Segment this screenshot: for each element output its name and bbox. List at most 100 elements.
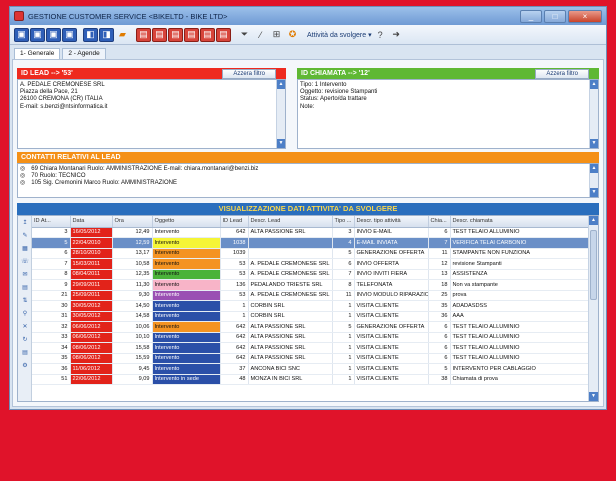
column-header[interactable]: Data xyxy=(70,216,113,228)
save-record-icon[interactable]: ▣ xyxy=(46,27,61,42)
lead-reset-button[interactable]: Azzera filtro xyxy=(222,68,276,79)
scroll-up-icon[interactable]: ▲ xyxy=(590,164,598,173)
column-header[interactable]: Descr. tipo attività xyxy=(354,216,429,228)
grid-icon[interactable]: ⊞ xyxy=(269,28,284,42)
cell-lead: MONZA IN BICI SRL xyxy=(248,374,333,385)
open-record-icon[interactable]: ▣ xyxy=(30,27,45,42)
first-record-icon[interactable]: ◧ xyxy=(83,27,98,42)
cell-oggetto: Intervento xyxy=(152,332,221,343)
exit-icon[interactable]: ➜ xyxy=(389,28,404,42)
column-header[interactable]: ID Lead xyxy=(220,216,249,228)
refresh-icon[interactable]: ↻ xyxy=(21,336,29,344)
scroll-down-icon[interactable]: ▼ xyxy=(277,139,285,148)
cell-chiamata: ADADASDSS xyxy=(450,300,591,312)
chiamata-scrollbar[interactable]: ▲ ▼ xyxy=(589,80,598,148)
table-row[interactable]: 31 30/05/2012 14,58 Intervento 1 CORBIN SRL 1 V… xyxy=(32,311,591,322)
column-header[interactable]: Descr. Lead xyxy=(248,216,333,228)
copy-record-icon[interactable]: ▣ xyxy=(62,27,77,42)
cell-id-lead: 642 xyxy=(220,353,249,364)
tab-agende[interactable]: 2 - Agende xyxy=(62,48,106,59)
magic-wand-icon[interactable]: ⁄ xyxy=(253,28,268,42)
add-row-icon[interactable]: ↥ xyxy=(21,219,29,227)
print-icon[interactable]: ▤ xyxy=(136,27,151,42)
contact-row[interactable]: ◎ 105 Sig. Cremonini Marco Ruolo: AMMINI… xyxy=(20,180,596,187)
column-header[interactable]: Oggetto xyxy=(152,216,221,228)
chiamata-line: Oggetto: revisione Stampanti xyxy=(300,89,378,96)
column-header[interactable]: Descr. chiamata xyxy=(450,216,591,228)
phone-icon[interactable]: ☏ xyxy=(21,258,29,266)
table-row[interactable]: 7 15/03/2011 10,58 Intervento 53 A. PEDALE CR… xyxy=(32,258,591,270)
zoom-icon[interactable]: ✪ xyxy=(285,28,300,42)
tab-generale[interactable]: 1- Generale xyxy=(14,48,61,59)
grid-scrollbar[interactable]: ▲ ▼ xyxy=(588,216,598,401)
table-row[interactable]: 3 16/05/2012 12,49 Intervento 642 ALTA PASSIO… xyxy=(32,227,591,238)
cell-chia: 12 xyxy=(428,258,451,270)
table-row[interactable]: 35 08/06/2012 15,59 Intervento 642 ALTA PASSI… xyxy=(32,353,591,364)
table-row[interactable]: 32 06/06/2012 10,06 Intervento 642 ALTA PASSI… xyxy=(32,321,591,333)
column-header[interactable]: Ora xyxy=(112,216,153,228)
filter-icon[interactable]: ⏷ xyxy=(237,28,252,42)
cell-ora: 15,59 xyxy=(112,353,153,364)
help-icon[interactable]: ? xyxy=(373,28,388,42)
chiamata-line: Status: Aperto/da trattare xyxy=(300,96,367,103)
column-header[interactable]: Tipo ... xyxy=(332,216,355,228)
sort-icon[interactable]: ⇅ xyxy=(21,297,29,305)
scroll-down-icon[interactable]: ▼ xyxy=(590,139,598,148)
attivita-menu[interactable]: Attività da svolgere ▾ xyxy=(307,31,372,39)
print-icon[interactable]: ▤ xyxy=(21,349,29,357)
delete-row-icon[interactable]: ✕ xyxy=(21,323,29,331)
scroll-down-icon[interactable]: ▼ xyxy=(589,392,598,401)
table-row[interactable]: 33 06/06/2012 10,10 Intervento 642 ALTA PASSI… xyxy=(32,332,591,343)
calendar-icon[interactable]: ▦ xyxy=(21,245,29,253)
cell-chiamata: STAMPANTE NON FUNZIONA xyxy=(450,248,591,259)
lead-details-box[interactable]: A. PEDALE CREMONESE SRL Piazza della Pac… xyxy=(17,79,286,149)
chiamata-title: ID CHIAMATA --> '12' xyxy=(301,70,370,77)
lead-scrollbar[interactable]: ▲ ▼ xyxy=(276,80,285,148)
close-button[interactable]: × xyxy=(568,9,602,23)
minimize-button[interactable]: _ xyxy=(520,9,542,23)
scroll-up-icon[interactable]: ▲ xyxy=(589,216,598,225)
report-icon[interactable]: ▤ xyxy=(184,27,199,42)
last-record-icon[interactable]: ◨ xyxy=(99,27,114,42)
table-row[interactable]: 51 22/06/2012 9,09 Intervento in sede 48 MONZ… xyxy=(32,374,591,385)
table-row[interactable]: 21 25/09/2011 9,30 Intervento 53 A. PEDALE CR… xyxy=(32,290,591,301)
new-record-icon[interactable]: ▣ xyxy=(14,27,29,42)
window-title: GESTIONE CUSTOMER SERVICE <BIKELTD - BIK… xyxy=(28,11,228,21)
scroll-up-icon[interactable]: ▲ xyxy=(277,80,285,89)
contatti-scrollbar[interactable]: ▲ ▼ xyxy=(589,164,598,197)
cell-ora: 15,58 xyxy=(112,342,153,354)
scroll-up-icon[interactable]: ▲ xyxy=(590,80,598,89)
settings-icon[interactable]: ⚙ xyxy=(21,362,29,370)
delete-icon[interactable]: ▤ xyxy=(216,27,231,42)
cell-chiamata: prova xyxy=(450,290,591,301)
chiamata-reset-button[interactable]: Azzera filtro xyxy=(535,68,589,79)
link-icon[interactable]: ⚲ xyxy=(21,310,29,318)
table-row[interactable]: 34 08/06/2012 15,58 Intervento 642 ALTA PASSI… xyxy=(32,342,591,354)
contact-row[interactable]: ◎ 70 Ruolo: TECNICO xyxy=(20,173,596,180)
contact-row[interactable]: ◎ 69 Chiara Montanari Ruolo: AMMINISTRAZ… xyxy=(20,166,596,173)
document-icon[interactable]: ▤ xyxy=(21,284,29,292)
export-icon[interactable]: ▤ xyxy=(168,27,183,42)
table-row[interactable]: 36 11/06/2012 9,45 Intervento 37 ANCONA BICI … xyxy=(32,363,591,375)
chiamata-details-box[interactable]: Tipo: 1 Intervento Oggetto: revisione St… xyxy=(297,79,599,149)
title-bar[interactable]: GESTIONE CUSTOMER SERVICE <BIKELTD - BIK… xyxy=(10,7,606,25)
table-row[interactable]: 6 28/10/2010 13,17 Intervento 1039 5 GENERAZIO… xyxy=(32,248,591,259)
edit-row-icon[interactable]: ✎ xyxy=(21,232,29,240)
cell-chia: 38 xyxy=(428,374,451,385)
scroll-down-icon[interactable]: ▼ xyxy=(590,188,598,197)
cell-chiamata: Chiamata di prova xyxy=(450,374,591,385)
mail-icon[interactable]: ✉ xyxy=(21,271,29,279)
table-row[interactable]: 9 29/09/2011 11,30 Intervento 136 PEDALANDO T… xyxy=(32,279,591,291)
folder-icon[interactable]: ▰ xyxy=(115,28,130,42)
contatti-list[interactable]: ◎ 69 Chiara Montanari Ruolo: AMMINISTRAZ… xyxy=(17,163,599,198)
scroll-thumb[interactable] xyxy=(590,230,597,300)
table-row[interactable]: 30 30/05/2012 14,50 Intervento 1 CORBIN SRL 1 V… xyxy=(32,300,591,312)
cell-ora: 9,45 xyxy=(112,363,153,375)
table-row[interactable]: 5 22/04/2010 12,59 Intervento 1038 4 E-MAIL IN… xyxy=(32,237,591,249)
table-row[interactable]: 8 08/04/2011 12,35 Intervento 53 A. PEDALE CR… xyxy=(32,269,591,280)
maximize-button[interactable]: □ xyxy=(544,9,566,23)
column-header[interactable]: Chia... xyxy=(428,216,451,228)
column-header[interactable]: ID At... xyxy=(32,216,71,228)
mail-icon[interactable]: ▤ xyxy=(200,27,215,42)
print-preview-icon[interactable]: ▤ xyxy=(152,27,167,42)
